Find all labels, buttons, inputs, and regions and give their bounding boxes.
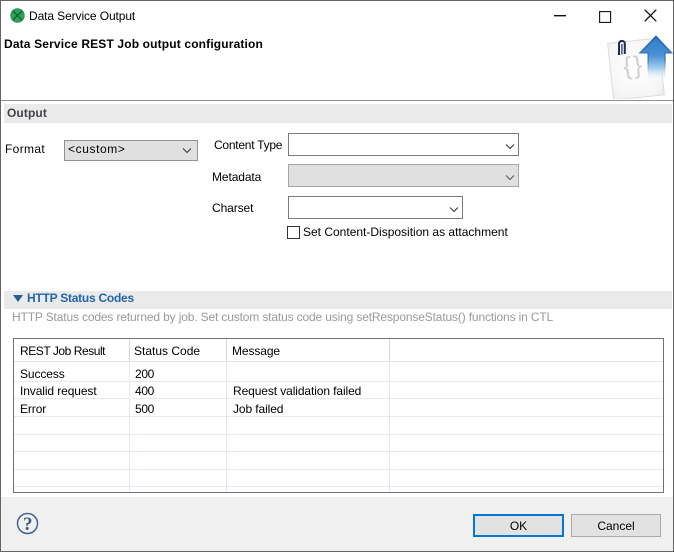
svg-text:?: ? (23, 514, 33, 535)
svg-text:{}: {} (622, 51, 646, 81)
